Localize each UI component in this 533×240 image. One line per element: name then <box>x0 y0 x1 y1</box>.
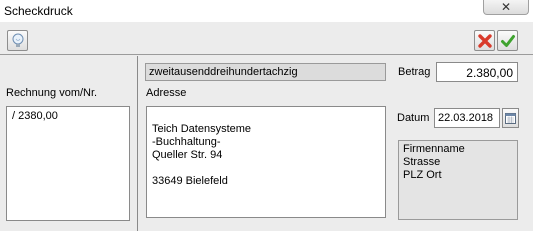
lightbulb-icon <box>12 33 23 47</box>
window-close-button[interactable]: ✕ <box>483 0 529 15</box>
ok-button[interactable] <box>497 30 518 51</box>
window-title: Scheckdruck <box>4 4 73 18</box>
date-field[interactable]: 22.03.2018 <box>434 108 500 128</box>
title-bar <box>0 0 533 22</box>
calendar-button[interactable] <box>502 108 519 128</box>
amount-in-words: zweitausenddreihundertachzig <box>145 63 386 81</box>
invoice-list[interactable]: / 2380,00 <box>6 106 130 221</box>
cancel-button[interactable] <box>474 30 495 51</box>
address-field[interactable]: Teich Datensysteme -Buchhaltung- Queller… <box>146 106 386 218</box>
tip-button[interactable] <box>7 30 28 51</box>
sender-address-field[interactable]: Firmenname Strasse PLZ Ort <box>398 140 518 220</box>
list-item[interactable]: / 2380,00 <box>12 110 124 122</box>
red-x-icon <box>477 33 492 48</box>
close-icon: ✕ <box>500 0 512 14</box>
address-label: Adresse <box>146 87 187 99</box>
toolbar <box>0 22 533 55</box>
amount-label: Betrag <box>398 66 431 78</box>
invoice-label: Rechnung vom/Nr. <box>6 87 98 99</box>
calendar-icon <box>505 112 516 124</box>
green-check-icon <box>500 34 515 47</box>
date-label: Datum <box>397 112 430 124</box>
amount-field[interactable]: 2.380,00 <box>436 62 518 82</box>
